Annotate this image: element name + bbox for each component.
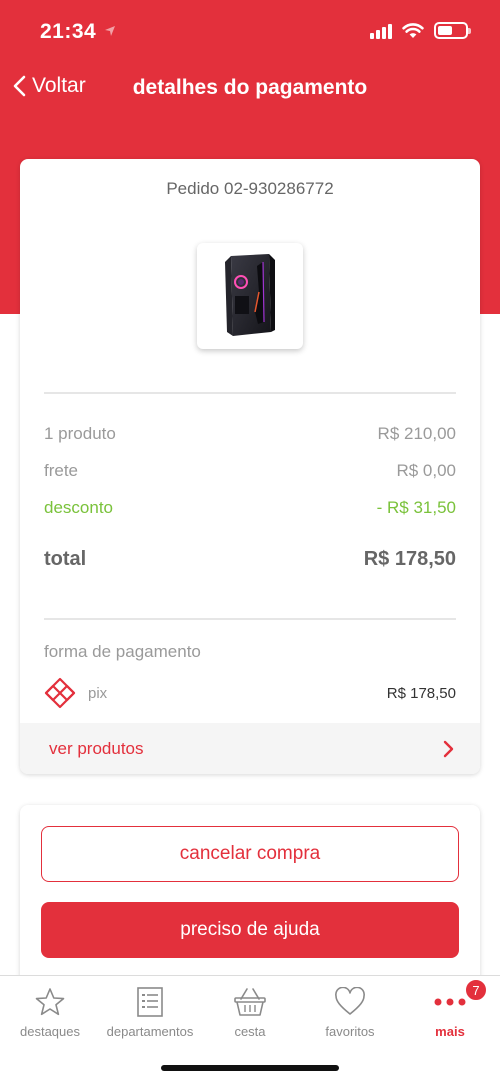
chevron-right-icon [443,740,454,757]
payment-method-name: pix [88,684,108,702]
tab-label: cesta [234,1024,266,1039]
total-label: total [44,548,87,570]
status-bar: 21:34 [0,0,500,66]
home-indicator [161,1065,339,1071]
status-time: 21:34 [40,20,97,43]
products-value: R$ 210,00 [377,424,456,443]
payment-method-label: forma de pagamento [44,642,201,661]
location-arrow-icon [104,24,116,42]
order-number: Pedido 02-930286772 [166,179,334,198]
payment-method-row: pix R$ 178,50 [44,677,456,709]
view-products-label: ver produtos [49,738,144,758]
page-title: detalhes do pagamento [132,76,368,99]
discount-value: - R$ 31,50 [376,498,456,517]
heart-icon [335,987,365,1015]
shipping-row: frete R$ 0,00 [44,461,456,481]
cellular-signal-icon [370,23,392,39]
notification-badge: 7 [465,979,487,1001]
discount-label: desconto [44,498,113,517]
order-card: Pedido 02-930286772 1 produto R$ 210,00 … [20,159,480,774]
help-button[interactable]: preciso de ajuda [41,902,459,958]
battery-icon [434,22,471,39]
pix-icon [44,677,76,709]
payment-amount: R$ 178,50 [386,684,456,702]
actions-card: cancelar compra preciso de ajuda [20,805,480,990]
shipping-value: R$ 0,00 [396,461,456,480]
cancel-order-button[interactable]: cancelar compra [41,826,459,882]
divider [44,392,456,394]
total-row: total R$ 178,50 [44,548,456,571]
tab-departamentos[interactable]: departamentos [100,976,200,1046]
view-products-button[interactable]: ver produtos [20,723,480,774]
products-label: 1 produto [44,424,116,443]
tab-favoritos[interactable]: favoritos [300,976,400,1046]
tab-destaques[interactable]: destaques [0,976,100,1046]
discount-row: desconto - R$ 31,50 [44,498,456,518]
shipping-label: frete [44,461,79,480]
more-dots-icon [434,998,466,1006]
tab-label: departamentos [106,1024,194,1039]
list-icon [137,987,163,1017]
basket-icon [234,988,266,1016]
tab-label: destaques [20,1024,80,1039]
total-value: R$ 178,50 [363,548,456,570]
tab-label: favoritos [325,1024,375,1039]
pc-case-icon [225,254,275,336]
tab-cesta[interactable]: cesta [200,976,300,1046]
star-icon [35,988,65,1016]
status-icons [370,22,471,39]
subtotal-row: 1 produto R$ 210,00 [44,424,456,444]
product-image[interactable] [197,243,303,349]
divider [44,618,456,620]
tab-label: mais [435,1024,465,1039]
wifi-icon [402,22,424,38]
